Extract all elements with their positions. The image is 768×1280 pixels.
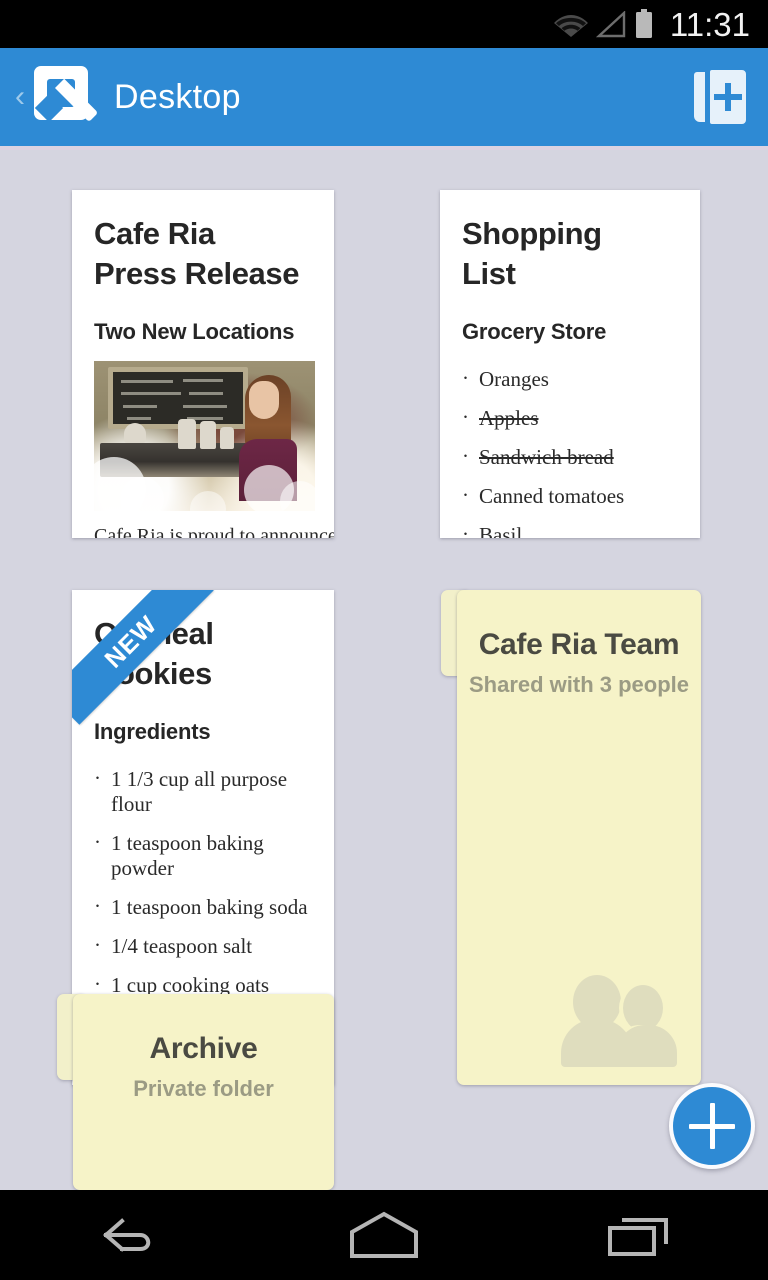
document-body-preview: Cafe Ria is proud to announce (94, 525, 334, 538)
bullet-icon: · (94, 766, 101, 791)
document-title: Cafe Ria Press Release (94, 216, 300, 291)
wifi-icon (553, 11, 588, 37)
document-subtitle: Two New Locations (94, 319, 295, 345)
folder-body[interactable]: Cafe Ria Team Shared with 3 people (457, 590, 701, 1085)
list-item: · Apples (462, 405, 539, 431)
status-bar: 11:31 (0, 0, 768, 48)
folder-subtitle: Private folder (133, 1076, 274, 1101)
list-item: · 1 teaspoon baking soda (94, 894, 308, 920)
recents-nav-icon[interactable] (512, 1210, 768, 1260)
battery-icon (634, 9, 654, 39)
back-nav-icon[interactable] (0, 1211, 256, 1259)
app-bar: ‹ Desktop (0, 48, 768, 146)
bullet-icon: · (462, 405, 469, 430)
bullet-icon: · (462, 522, 469, 538)
folder-body[interactable]: Archive Private folder (73, 994, 334, 1190)
barista-photo (94, 361, 315, 512)
canvas-top-divider (0, 146, 768, 150)
bullet-icon: · (94, 830, 101, 855)
bullet-icon: · (462, 366, 469, 391)
app-bar-actions (694, 68, 746, 126)
bullet-icon: · (462, 444, 469, 469)
add-document-fab[interactable] (669, 1083, 755, 1169)
document-card-shopping-list[interactable]: Shopping List Grocery Store · Oranges · … (440, 190, 700, 538)
people-icon (561, 975, 679, 1067)
bullet-icon: · (462, 483, 469, 508)
folder-name: Archive (149, 1032, 258, 1065)
home-nav-icon[interactable] (256, 1210, 512, 1260)
document-subtitle: Ingredients (94, 719, 211, 745)
new-folder-icon[interactable] (694, 68, 746, 126)
list-item: · 1/4 teaspoon salt (94, 933, 253, 959)
cell-signal-icon (595, 10, 626, 38)
document-card-press-release[interactable]: Cafe Ria Press Release Two New Locations (72, 190, 334, 538)
android-navigation-bar (0, 1190, 768, 1280)
folder-cafe-ria-team[interactable]: Cafe Ria Team Shared with 3 people (441, 590, 701, 1085)
folder-archive[interactable]: Archive Private folder (57, 994, 334, 1190)
folder-subtitle: Shared with 3 people (468, 672, 690, 697)
bullet-icon: · (94, 894, 101, 919)
plus-icon (689, 1123, 735, 1129)
back-button[interactable]: ‹ (8, 82, 32, 112)
bullet-icon: · (94, 933, 101, 958)
status-bar-clock: 11:31 (669, 5, 750, 43)
list-item: · Basil (462, 523, 678, 538)
list-item: · 1 teaspoon baking powder (94, 830, 264, 881)
desktop-canvas[interactable]: Cafe Ria Press Release Two New Locations (0, 146, 768, 1190)
document-title: Shopping List (462, 216, 602, 291)
list-item: · Oranges (462, 366, 549, 392)
document-subtitle: Grocery Store (462, 319, 607, 345)
page-title: Desktop (114, 77, 241, 116)
quip-logo-icon[interactable] (34, 66, 99, 128)
folder-name: Cafe Ria Team (478, 628, 680, 661)
bullet-icon: · (94, 972, 101, 997)
list-item: · 1 1/3 cup all purpose flour (94, 766, 288, 817)
list-item: · Sandwich bread (462, 444, 614, 470)
list-item: · Canned tomatoes (462, 483, 625, 509)
